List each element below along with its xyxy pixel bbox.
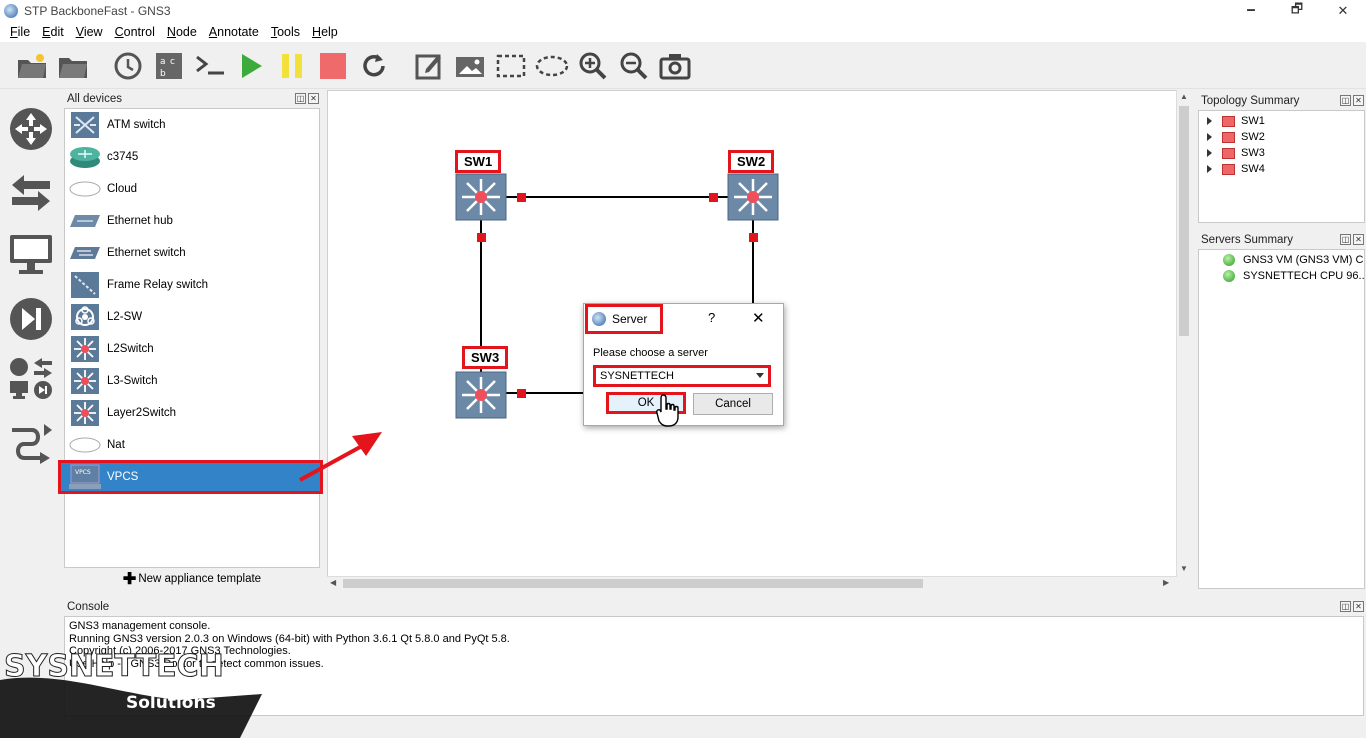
topology-item-label: SW2 [1241,131,1265,143]
panel-controls: ◫ ✕ [1340,234,1364,245]
expand-arrow-icon[interactable] [1207,165,1212,173]
panel-close-icon[interactable]: ✕ [1353,601,1364,612]
console-title-text: Console [67,601,110,613]
switch-sw3[interactable] [455,371,507,419]
servers-summary-list: GNS3 VM (GNS3 VM) C... SYSNETTECH CPU 96… [1198,249,1365,589]
node-label-sw1[interactable]: SW1 [455,150,502,173]
undock-icon[interactable]: ◫ [1340,234,1351,245]
console-line: Running GNS3 version 2.0.3 on Windows (6… [69,632,510,645]
port-status-icon [517,389,526,398]
switch-stopped-icon [1222,115,1235,127]
topology-item[interactable]: SW1 [1199,113,1364,129]
canvas-vertical-scrollbar[interactable]: ▲ ▼ [1176,90,1191,577]
annotation-arrow [299,432,382,482]
switch-stopped-icon [1222,147,1235,159]
topology-summary-title-text: Topology Summary [1201,95,1300,107]
switch-stopped-icon [1222,131,1235,143]
topology-item-label: SW3 [1241,147,1265,159]
scroll-left-icon[interactable]: ◀ [330,578,336,587]
undock-icon[interactable]: ◫ [1340,601,1351,612]
console-panel: Console ◫ ✕ GNS3 management console. Run… [63,598,1366,718]
server-online-icon [1223,254,1235,266]
topology-item-label: SW4 [1241,163,1265,175]
chevron-down-icon [756,373,764,378]
server-item-label: SYSNETTECH CPU 96.... [1243,270,1364,282]
scroll-down-icon[interactable]: ▼ [1180,564,1188,573]
port-status-icon [477,233,486,242]
servers-summary-title-text: Servers Summary [1201,234,1294,246]
console-line: GNS3 management console. [69,620,211,632]
console-output[interactable]: GNS3 management console. Running GNS3 ve… [64,616,1364,716]
canvas-horizontal-scrollbar[interactable]: ◀ ▶ [327,576,1177,590]
dialog-prompt: Please choose a server [593,347,708,359]
console-line: Use Help -> GNS3 Doctor to detect common… [69,657,324,670]
cancel-button-label: Cancel [715,398,751,410]
ok-button-label: OK [637,397,655,409]
panel-close-icon[interactable]: ✕ [1353,95,1364,106]
node-label-sw3[interactable]: SW3 [462,346,509,369]
switch-stopped-icon [1222,163,1235,175]
panel-close-icon[interactable]: ✕ [1353,234,1364,245]
console-line: Copyright (c) 2006-2017 GNS3 Technologie… [69,645,291,657]
scroll-up-icon[interactable]: ▲ [1180,92,1188,101]
node-label-sw2[interactable]: SW2 [728,150,775,173]
port-status-icon [517,193,526,202]
dialog-title: Server [585,304,663,334]
port-status-icon [709,193,718,202]
topology-summary-list: SW1 SW2 SW3 SW4 [1198,110,1365,223]
topology-item-label: SW1 [1241,115,1265,127]
expand-arrow-icon[interactable] [1207,133,1212,141]
panel-controls: ◫ ✕ [1340,601,1364,612]
expand-arrow-icon[interactable] [1207,149,1212,157]
panel-controls: ◫ ✕ [1340,95,1364,106]
cancel-button[interactable]: Cancel [693,393,773,415]
server-dialog: Server ? ✕ Please choose a server SYSNET… [583,303,784,426]
hand-cursor-icon [656,394,679,427]
help-button[interactable]: ? [708,310,715,325]
gns3-app-icon [592,312,606,326]
dialog-title-text: Server [612,312,648,326]
port-status-icon [749,233,758,242]
console-title: Console ◫ ✕ [63,598,1366,616]
server-online-icon [1223,270,1235,282]
scrollbar-thumb[interactable] [343,579,923,588]
expand-arrow-icon[interactable] [1207,117,1212,125]
servers-summary-panel: Servers Summary ◫ ✕ GNS3 VM (GNS3 VM) C.… [1197,231,1366,591]
server-item[interactable]: SYSNETTECH CPU 96.... [1199,268,1364,284]
dialog-close-button[interactable]: ✕ [752,309,765,327]
topology-summary-title: Topology Summary ◫ ✕ [1197,92,1366,110]
server-select[interactable]: SYSNETTECH [593,365,771,387]
server-item-label: GNS3 VM (GNS3 VM) C... [1243,254,1364,266]
switch-sw2[interactable] [727,173,779,221]
scrollbar-thumb[interactable] [1179,106,1189,336]
topology-item[interactable]: SW4 [1199,161,1364,177]
switch-sw1[interactable] [455,173,507,221]
topology-item[interactable]: SW3 [1199,145,1364,161]
scroll-right-icon[interactable]: ▶ [1163,578,1169,587]
topology-item[interactable]: SW2 [1199,129,1364,145]
undock-icon[interactable]: ◫ [1340,95,1351,106]
server-select-value: SYSNETTECH [600,370,674,382]
topology-summary-panel: Topology Summary ◫ ✕ SW1 SW2 SW3 SW4 [1197,92,1366,224]
server-item[interactable]: GNS3 VM (GNS3 VM) C... [1199,252,1364,268]
servers-summary-title: Servers Summary ◫ ✕ [1197,231,1366,249]
